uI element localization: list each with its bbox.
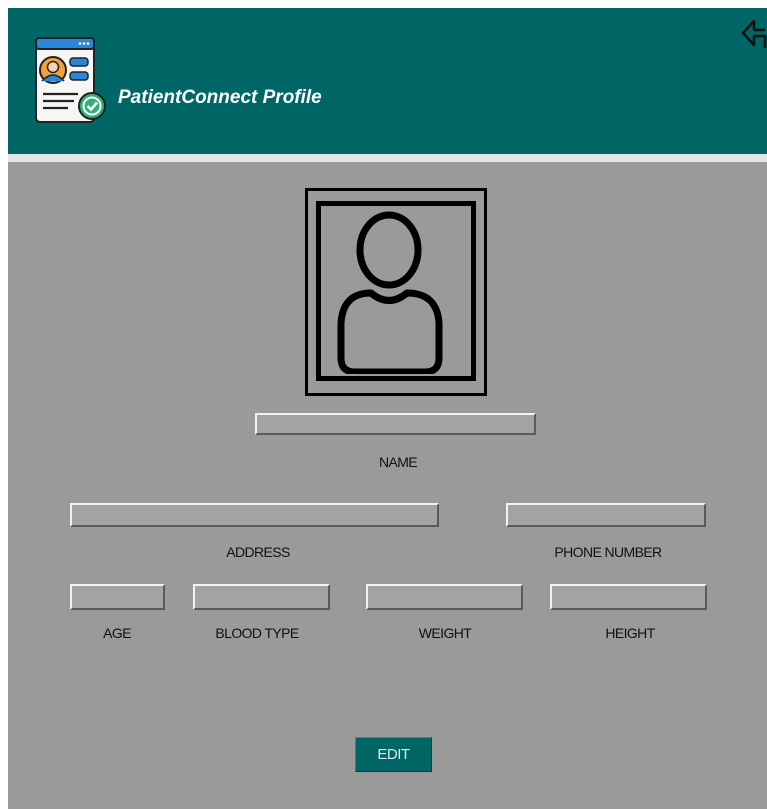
- header-divider: [8, 154, 767, 162]
- user-avatar-icon: [337, 211, 443, 374]
- profile-window: PatientConnect Profile NAME ADDRESS PHON…: [8, 8, 767, 809]
- back-arrow-icon[interactable]: [740, 14, 767, 48]
- name-label: NAME: [378, 454, 418, 470]
- profile-photo: [316, 201, 476, 381]
- profile-photo-frame: [305, 188, 487, 396]
- weight-input[interactable]: [366, 584, 523, 610]
- edit-button[interactable]: EDIT: [355, 737, 432, 772]
- age-label: AGE: [103, 625, 131, 641]
- age-input[interactable]: [70, 584, 165, 610]
- phone-number-input[interactable]: [506, 503, 706, 527]
- address-label: ADDRESS: [226, 544, 290, 560]
- address-input[interactable]: [70, 503, 439, 527]
- header-bar: PatientConnect Profile: [8, 8, 767, 154]
- patient-id-card-icon: [35, 37, 106, 123]
- height-input[interactable]: [550, 584, 707, 610]
- name-input[interactable]: [255, 413, 536, 435]
- app-title: PatientConnect Profile: [118, 87, 322, 108]
- height-label: HEIGHT: [605, 625, 655, 641]
- weight-label: WEIGHT: [418, 625, 472, 641]
- phone-number-label: PHONE NUMBER: [554, 544, 662, 560]
- blood-type-label: BLOOD TYPE: [215, 625, 299, 641]
- blood-type-input[interactable]: [193, 584, 330, 610]
